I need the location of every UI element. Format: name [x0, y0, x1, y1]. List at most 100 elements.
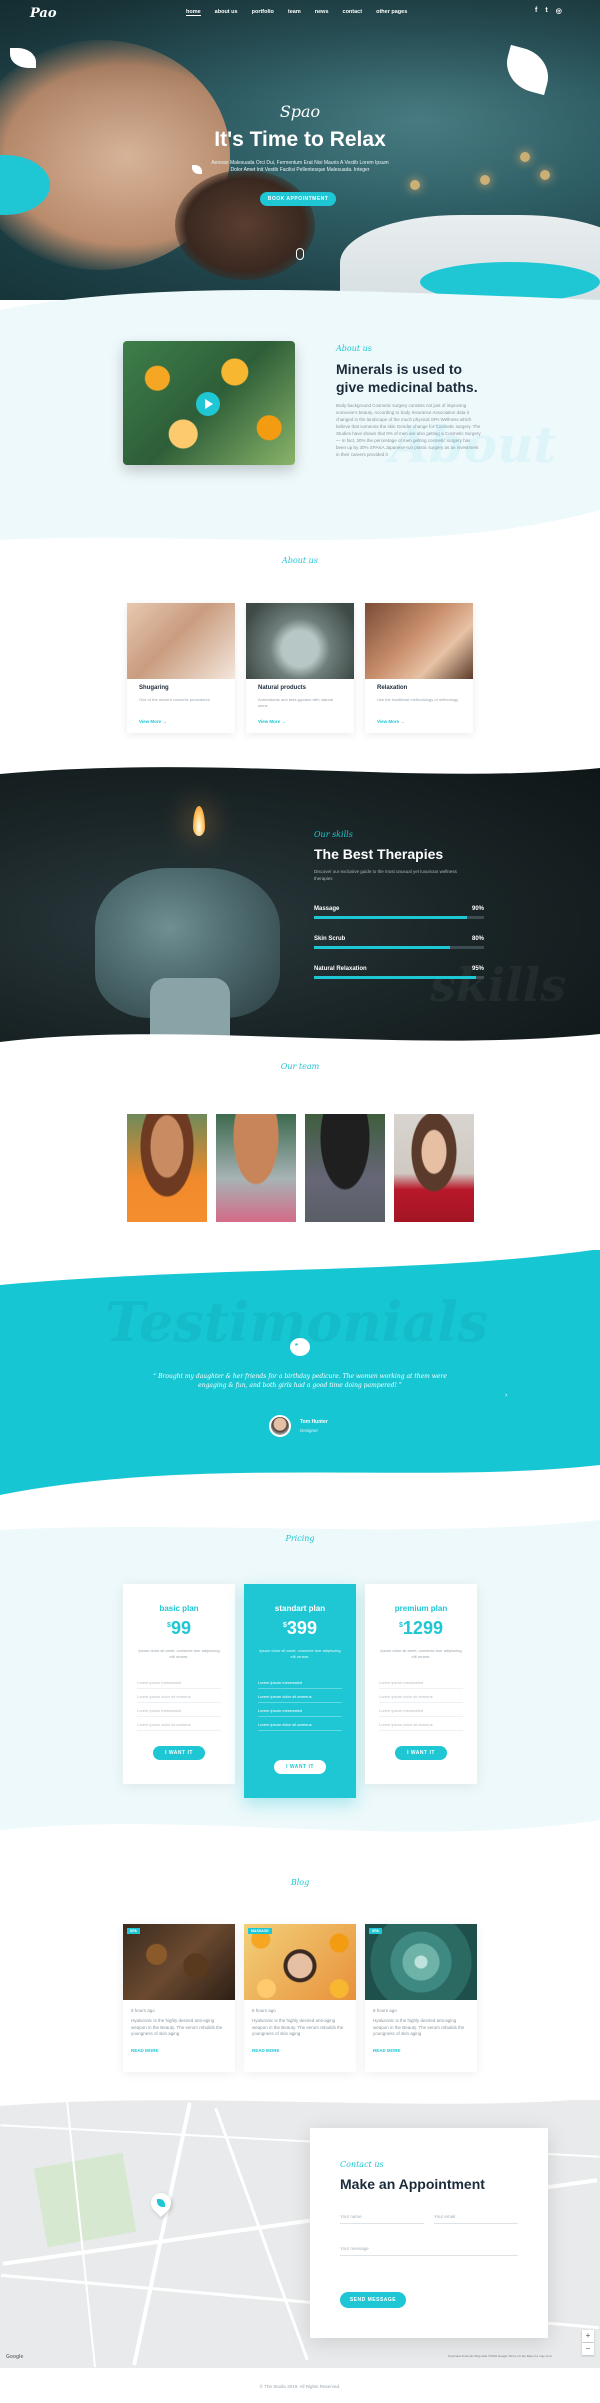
instagram-icon[interactable]: ◎ [556, 7, 562, 15]
nav-item-contact[interactable]: contact [343, 9, 363, 16]
contact-form-card: Contact us Make an Appointment Your name… [310, 2128, 548, 2338]
team-member-photo[interactable] [305, 1114, 385, 1222]
read-more-link[interactable]: READ MORE [373, 2048, 401, 2053]
view-more-link[interactable]: View More → [377, 719, 405, 724]
testimonials-bottom-wave [0, 1465, 600, 1505]
blog-post-image [123, 1924, 235, 2000]
send-message-button[interactable]: SEND MESSAGE [340, 2292, 406, 2308]
plan-feature: Lorem ipsum mesenated [137, 1708, 221, 1717]
testimonial-author: Tom Hunter [300, 1419, 328, 1425]
nav-item-news[interactable]: news [315, 9, 329, 16]
blog-post-card[interactable]: SPA 8 hours ago Hyaluronic is the highly… [123, 1924, 235, 2072]
skill-name: Skin Scrub [314, 936, 346, 942]
map-top-wave [0, 2090, 600, 2106]
scroll-indicator-icon[interactable] [296, 248, 304, 260]
services-label: About us [282, 556, 318, 565]
plan-feature: Lorem ipsum dolor sit anmeus [258, 1694, 342, 1703]
service-image [365, 603, 473, 679]
i-want-it-button[interactable]: I WANT IT [153, 1746, 205, 1760]
nav-item-portfolio[interactable]: portfolio [252, 9, 274, 16]
nav-item-about[interactable]: about us [215, 9, 238, 16]
post-date: 8 hours ago [131, 2008, 155, 2013]
pricing-card-featured: standart plan $399 Ipsum dolor sit amet,… [244, 1584, 356, 1798]
plan-name: standart plan [274, 1604, 326, 1613]
plan-price-value: 1299 [402, 1618, 443, 1638]
book-appointment-button[interactable]: BOOK APPOINTMENT [260, 192, 336, 206]
blog-post-image [365, 1924, 477, 2000]
plan-feature: Lorem ipsum mesenated [379, 1708, 463, 1717]
nav-item-other-pages[interactable]: other pages [376, 9, 407, 16]
plan-feature: Lorem ipsum dolor sit anmeus [137, 1722, 221, 1731]
read-more-link[interactable]: READ MORE [131, 2048, 159, 2053]
service-text: Antioxidants and beta-glycans with natur… [258, 697, 333, 708]
name-field[interactable]: Your name [340, 2214, 424, 2224]
plan-feature: Lorem ipsum mesenated [379, 1680, 463, 1689]
nav-item-team[interactable]: team [288, 9, 301, 16]
map-attribution[interactable]: Keyboard shortcuts Map data ©2019 Google… [448, 2354, 552, 2358]
skill-value: 95% [471, 966, 484, 972]
post-date: 8 hours ago [373, 2008, 397, 2013]
read-more-link[interactable]: READ MORE [252, 2048, 280, 2053]
main-nav: home about us portfolio team news contac… [186, 9, 407, 16]
view-more-link[interactable]: View More → [139, 719, 167, 724]
facebook-icon[interactable]: f [535, 7, 537, 15]
skill-bar-track [314, 946, 484, 949]
service-card[interactable]: Shugaring One of the ancient cosmetic pr… [127, 603, 235, 733]
plan-price: $399 [244, 1618, 356, 1639]
post-excerpt: Hyaluronic is the highly desired anti-ag… [131, 2018, 223, 2036]
pricing-card: basic plan $99 Ipsum dolor sit amet, con… [123, 1584, 235, 1784]
service-title: Shugaring [139, 685, 169, 691]
chevron-right-icon[interactable]: › [505, 1392, 507, 1399]
plan-feature: Lorem ipsum mesenated [258, 1680, 342, 1689]
zoom-in-button[interactable]: + [582, 2330, 594, 2342]
plan-price: $99 [123, 1618, 235, 1639]
blog-post-card[interactable]: SPA 8 hours ago Hyaluronic is the highly… [365, 1924, 477, 2072]
blog-post-card[interactable]: MASSAGE 8 hours ago Hyaluronic is the hi… [244, 1924, 356, 2072]
service-card[interactable]: Natural products Antioxidants and beta-g… [246, 603, 354, 733]
team-label: Our team [280, 1062, 320, 1071]
nav-item-home[interactable]: home [186, 9, 201, 16]
plan-feature: Lorem ipsum dolor sit anmeus [379, 1722, 463, 1731]
plan-feature: Lorem ipsum mesenated [258, 1708, 342, 1717]
twitter-icon[interactable]: t [545, 7, 547, 15]
team-member-photo[interactable] [127, 1114, 207, 1222]
testimonials-top-wave [0, 1245, 600, 1285]
hero-subtitle: Aenean Malesuada Orci Dui, Fermentum Era… [211, 160, 389, 173]
site-logo[interactable]: Pao [30, 6, 57, 21]
email-field[interactable]: Your email [434, 2214, 518, 2224]
plan-description: Ipsum dolor sit amet, consecte tuer adip… [259, 1648, 341, 1659]
service-title: Relaxation [377, 685, 408, 691]
plan-description: Ipsum dolor sit amet, consecte tuer adip… [138, 1648, 220, 1659]
team-member-photo[interactable] [394, 1114, 474, 1222]
zoom-out-button[interactable]: − [582, 2343, 594, 2355]
i-want-it-button[interactable]: I WANT IT [395, 1746, 447, 1760]
service-title: Natural products [258, 685, 307, 691]
avatar [269, 1415, 291, 1437]
skill-value: 80% [471, 936, 484, 942]
view-more-link[interactable]: View More → [258, 719, 286, 724]
service-card[interactable]: Relaxation Use the traditional methodolo… [365, 603, 473, 733]
hero-title: It's Time to Relax [214, 128, 386, 151]
plan-feature: Lorem ipsum dolor sit anmeus [137, 1694, 221, 1703]
skill-bar-fill [314, 916, 467, 919]
plan-price-value: 99 [170, 1618, 191, 1638]
skills-section: skills Our skills The Best Therapies Dis… [0, 758, 600, 1058]
skills-subtitle: Discover our exclusive guide to the most… [314, 869, 457, 881]
plan-price-value: 399 [286, 1618, 317, 1638]
skills-bottom-wave [0, 1034, 600, 1060]
i-want-it-button[interactable]: I WANT IT [274, 1760, 326, 1774]
skill-bar-track [314, 976, 484, 979]
skill-bar-fill [314, 946, 450, 949]
testimonial-role: Designer [300, 1428, 319, 1433]
skill-bar-track [314, 916, 484, 919]
message-field[interactable]: Your message [340, 2246, 518, 2256]
plan-feature: Lorem ipsum dolor sit anmeus [379, 1694, 463, 1703]
skill-bar-fill [314, 976, 476, 979]
post-tag: SPA [369, 1928, 382, 1934]
skills-label: Our skills [314, 830, 353, 839]
hero-script-logo: Spao [279, 102, 321, 121]
team-member-photo[interactable] [216, 1114, 296, 1222]
about-title: Minerals is used to give medicinal baths… [336, 361, 478, 395]
blog-post-image [244, 1924, 356, 2000]
google-logo: Google [6, 2354, 24, 2360]
